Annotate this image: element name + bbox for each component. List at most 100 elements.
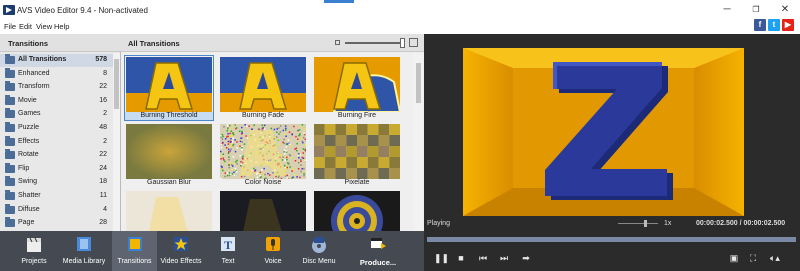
transition-label: Pixelate — [344, 179, 370, 186]
toolbar-button-label: Transitions — [117, 258, 152, 265]
toolbar-button-text[interactable]: T Text — [208, 231, 248, 271]
transition-thumbnail — [126, 57, 212, 112]
transition-tile[interactable]: Burning Fade — [219, 56, 307, 120]
transition-tile[interactable]: Color Noise — [219, 123, 307, 187]
transition-thumbnail — [314, 57, 400, 112]
folder-icon — [5, 94, 15, 105]
category-item[interactable]: Movie 16 — [0, 94, 113, 108]
seek-bar[interactable] — [427, 237, 796, 242]
category-item[interactable]: Puzzle 48 — [0, 122, 113, 135]
player-bar: Playing 1x 00:00:02.500 / 00:00:02.500 ❚… — [424, 216, 800, 271]
speed-value: 1x — [664, 220, 672, 227]
category-item[interactable]: Rotate 22 — [0, 149, 113, 162]
facebook-icon[interactable]: f — [754, 19, 766, 31]
category-name: Movie — [18, 96, 37, 104]
youtube-icon[interactable]: ▶ — [782, 19, 794, 31]
category-item[interactable]: Effects 2 — [0, 135, 113, 149]
category-item[interactable]: Page 28 — [0, 217, 113, 230]
stop-icon[interactable]: ■ — [455, 253, 467, 263]
category-item[interactable]: Games 2 — [0, 108, 113, 121]
zoom-small-icon — [335, 40, 340, 45]
text-icon: T — [221, 237, 235, 252]
transitions-scrollbar[interactable] — [414, 53, 423, 231]
zoom-slider[interactable] — [345, 42, 405, 44]
category-item[interactable]: Transform 22 — [0, 81, 113, 94]
transitions-icon — [127, 237, 142, 251]
toolbar-button-produce[interactable]: Produce... — [352, 231, 404, 271]
volume-icon[interactable]: 🔈︎▴ — [766, 253, 784, 263]
toolbar-button-projects[interactable]: Projects — [12, 231, 56, 271]
speed-slider-thumb[interactable] — [644, 220, 647, 227]
microphone-icon — [266, 237, 280, 251]
svg-text:T: T — [224, 238, 232, 252]
scroll-thumb[interactable] — [114, 59, 119, 109]
zoom-slider-thumb[interactable] — [400, 38, 405, 48]
snapshot-icon[interactable]: ▣ — [728, 253, 740, 263]
next-frame-icon[interactable]: ➡ — [518, 253, 534, 263]
category-count: 4 — [103, 205, 107, 213]
toolbar-button-label: Disc Menu — [302, 258, 336, 265]
category-count: 48 — [99, 124, 107, 131]
menu-edit[interactable]: Edit — [19, 22, 32, 31]
toolbar-button-voice[interactable]: Voice — [252, 231, 294, 271]
transition-thumbnail — [220, 124, 306, 179]
category-item[interactable]: Swing 18 — [0, 176, 113, 189]
categories-header: Transitions — [0, 34, 121, 52]
category-item[interactable]: Enhanced 8 — [0, 67, 113, 81]
toolbar-button-disc-menu[interactable]: Disc Menu — [298, 231, 340, 271]
category-count: 8 — [103, 69, 107, 77]
toolbar-button-transitions[interactable]: Transitions — [112, 231, 157, 271]
main-toolbar: Projects Media Library Transitions Video Ef… — [0, 231, 424, 271]
category-item[interactable]: Flip 24 — [0, 162, 113, 176]
folder-icon — [5, 81, 15, 92]
next-icon[interactable]: ⏭ — [498, 253, 510, 263]
transition-tile[interactable]: Gaussian Blur — [125, 123, 213, 187]
menu-file[interactable]: File — [4, 22, 16, 31]
folder-icon — [5, 162, 15, 173]
disc-icon — [312, 237, 326, 253]
categories-scrollbar[interactable] — [113, 53, 120, 231]
transition-label: Burning Fade — [241, 112, 285, 119]
category-name: Rotate — [18, 151, 39, 159]
toolbar-button-video-effects[interactable]: Video Effects — [157, 231, 205, 271]
menu-bar: File Edit View Help — [0, 20, 800, 34]
category-count: 22 — [99, 151, 107, 159]
timecode: 00:00:02.500 / 00:00:02.500 — [696, 220, 786, 227]
menu-view[interactable]: View — [36, 22, 52, 31]
category-item[interactable]: All Transitions 578 — [0, 54, 113, 67]
categories-panel: Transitions All Transitions 578 Enhanced 8 T… — [0, 34, 121, 231]
category-name: Page — [18, 219, 35, 227]
folder-icon — [5, 149, 15, 160]
transition-label: Gaussian Blur — [147, 179, 191, 186]
category-name: Games — [18, 110, 41, 118]
restore-button[interactable]: ❐ — [749, 4, 763, 16]
transition-thumbnail — [220, 57, 306, 112]
avs-logo-icon — [3, 5, 15, 15]
scroll-thumb[interactable] — [416, 63, 421, 103]
toolbar-button-label: Video Effects — [160, 258, 202, 265]
menu-help[interactable]: Help — [54, 22, 69, 31]
category-item[interactable]: Shatter 11 — [0, 190, 113, 203]
speed-slider[interactable] — [618, 223, 658, 224]
zoom-large-icon — [409, 38, 418, 47]
transition-tile[interactable]: Burning Fire — [313, 56, 401, 120]
twitter-icon[interactable]: t — [768, 19, 780, 31]
transition-tile[interactable]: Burning Threshold — [124, 55, 214, 121]
category-item[interactable]: Diffuse 4 — [0, 203, 113, 217]
title-bar: AVS Video Editor 9.4 - Non-activated ─ ❐… — [0, 0, 800, 20]
transition-label: Color Noise — [244, 179, 282, 186]
transition-tile[interactable]: Pixelate — [313, 123, 401, 187]
fullscreen-icon[interactable]: ⛶ — [747, 253, 759, 263]
minimize-button[interactable]: ─ — [720, 4, 734, 16]
previous-icon[interactable]: ⏮ — [477, 253, 489, 263]
close-button[interactable]: ✕ — [778, 4, 792, 16]
toolbar-button-media-library[interactable]: Media Library — [60, 231, 108, 271]
toolbar-button-label: Media Library — [62, 258, 106, 265]
category-name: Flip — [18, 164, 30, 172]
folder-icon — [5, 108, 15, 119]
category-count: 24 — [99, 164, 107, 172]
folder-icon — [5, 203, 15, 214]
pause-icon[interactable]: ❚❚ — [434, 253, 449, 263]
video-preview[interactable] — [463, 48, 744, 216]
category-count: 22 — [99, 83, 107, 91]
